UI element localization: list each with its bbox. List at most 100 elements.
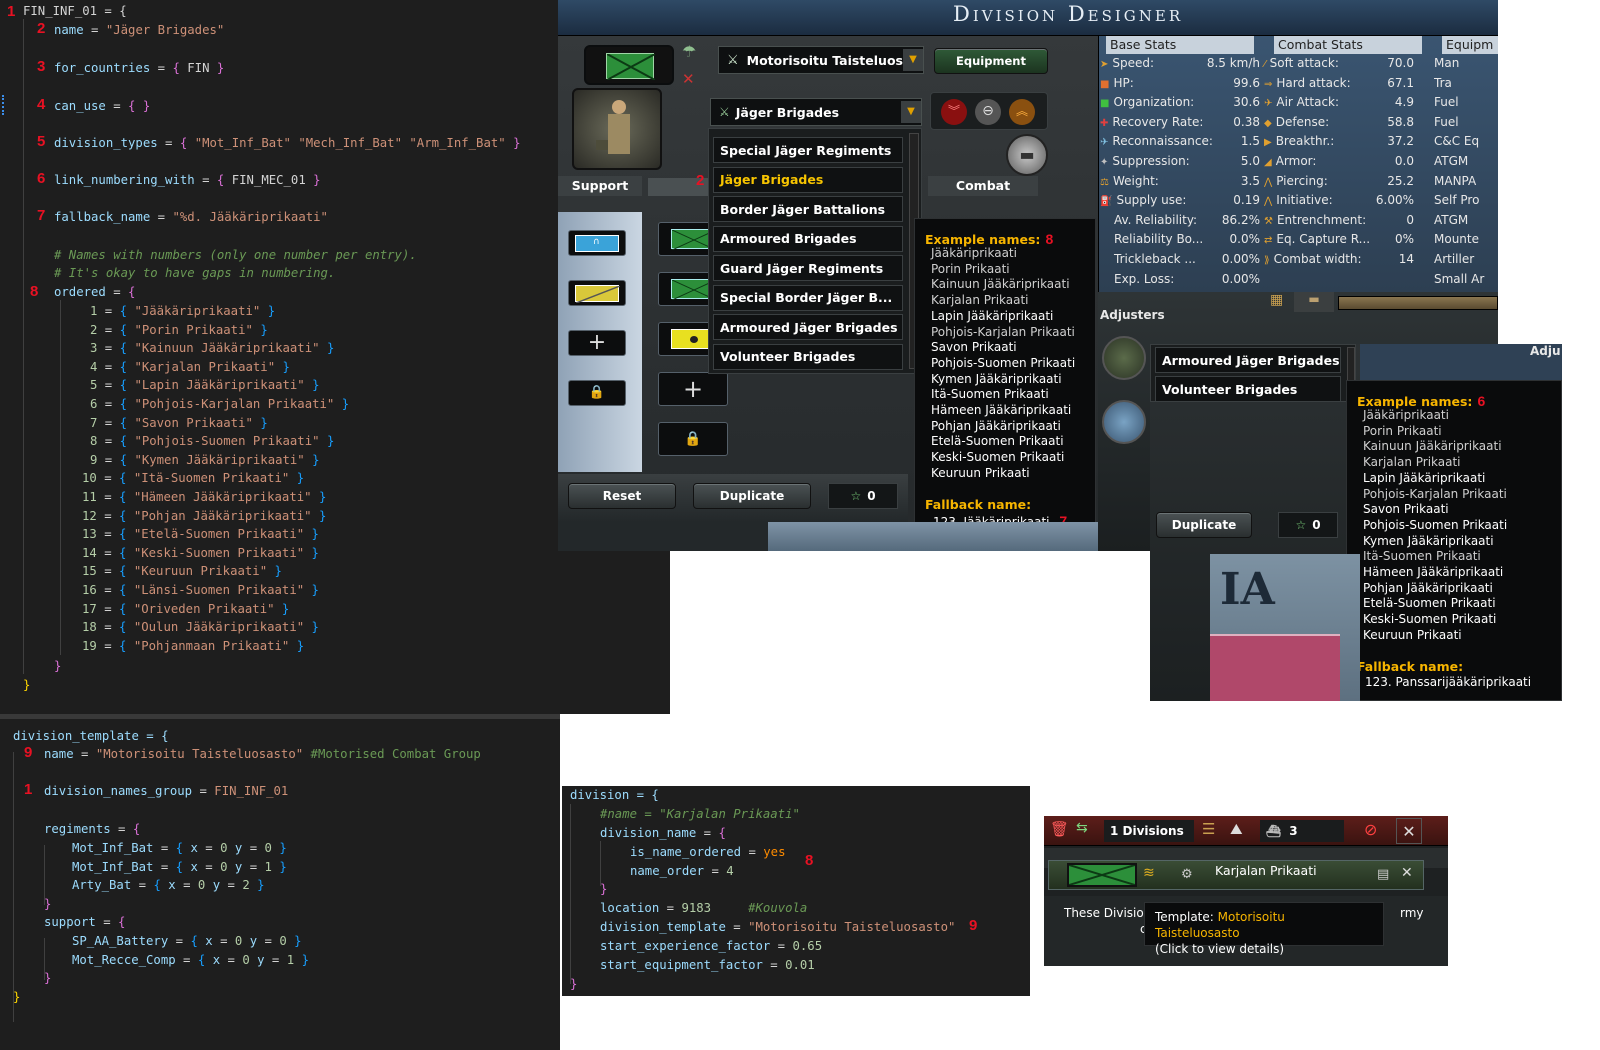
delete-icon[interactable]: 🗑 — [1050, 820, 1070, 842]
example-name: Itä-Suomen Prikaati — [931, 387, 1049, 402]
location-value: 9183 — [681, 901, 712, 915]
names-group-list: Armoured Jäger Brigades Volunteer Brigade… — [1150, 344, 1356, 402]
add-support-button[interactable]: + — [568, 330, 626, 356]
map-area: IA — [1210, 554, 1360, 701]
priority-high-icon[interactable]: ︽ — [1009, 99, 1035, 125]
division-type-item: "Mech_Inf_Bat" — [298, 136, 402, 150]
name-order-value: 4 — [726, 864, 734, 878]
tank-role-icon[interactable]: ▬ — [1006, 134, 1048, 176]
example-name: Etelä-Suomen Prikaati — [931, 434, 1064, 449]
xp-cost-value: 0 — [1312, 518, 1321, 532]
lock-icon[interactable]: 🔒 — [568, 380, 626, 406]
chevron-down-icon[interactable]: ▼ — [901, 101, 921, 123]
example-name: Keuruun Prikaati — [1363, 627, 1462, 642]
names-group-option[interactable]: Volunteer Brigades — [713, 343, 903, 370]
names-group-option[interactable]: Guard Jäger Regiments — [713, 255, 903, 281]
names-group-option[interactable]: Border Jäger Battalions — [713, 196, 903, 222]
names-group-option[interactable]: Volunteer Brigades — [1155, 376, 1341, 402]
support-slot-aa[interactable]: ∩ — [568, 230, 626, 256]
no-planes-icon[interactable]: ✕ — [682, 70, 704, 92]
reset-button[interactable]: Reset — [568, 483, 676, 509]
entry-number: 18 — [82, 620, 97, 635]
name-order-key: name_order — [630, 864, 705, 878]
names-group-option[interactable]: Special Jäger Regiments — [713, 137, 903, 163]
tab-combat-stats[interactable]: Combat Stats — [1274, 36, 1422, 54]
grid-icon[interactable]: ▦ — [1270, 292, 1290, 312]
equipment-button[interactable]: Equipment — [934, 48, 1048, 74]
add-combat-button[interactable]: + — [658, 372, 728, 406]
unit-entry: SP_AA_Battery = { x = 0 y = 0 } — [72, 934, 302, 948]
division-name-comment: #name = "Karjalan Prikaati" — [600, 807, 800, 821]
stat-value: 3.5 — [1240, 173, 1260, 188]
division-list-header: 🗑 ⇆ 1 Divisions ☰ ⛰ ⛴ 3 ⊘ ✕ — [1044, 816, 1448, 846]
combat-stat: ◢ Armor: 0.0 — [1264, 154, 1414, 168]
slider[interactable] — [1338, 296, 1498, 310]
fallback-header: Fallback name: — [1357, 659, 1464, 674]
names-close: } — [23, 678, 31, 692]
ordered-entry: 5 = { "Lapin Jääkäriprikaati" } — [90, 378, 320, 393]
stat-icon: ⚖ — [1100, 176, 1109, 188]
names-group-dropdown[interactable]: ⚔ Jäger Brigades ▼ — [710, 98, 922, 126]
xp-star-icon: ☆ — [850, 489, 862, 503]
stat-icon: ✈ — [1100, 137, 1109, 149]
example-name: Karjalan Prikaati — [931, 293, 1029, 308]
terrain-icon[interactable] — [1102, 336, 1146, 380]
division-count: 1 Divisions — [1104, 820, 1194, 842]
parachute-icon[interactable]: ☂ — [682, 42, 704, 64]
entry-number: 3 — [90, 341, 98, 356]
stat-value: 70.0 — [1387, 56, 1414, 70]
priority-low-icon[interactable]: ︾ — [941, 99, 967, 125]
ordered-entry: 6 = { "Pohjois-Karjalan Prikaati" } — [90, 397, 350, 411]
division-name-close: } — [600, 882, 608, 896]
marker-2: 2 — [37, 20, 46, 37]
names-group-option[interactable]: Special Border Jäger B... — [713, 284, 903, 311]
card-icon[interactable]: ▤ — [1377, 867, 1389, 882]
stat-value: 0.19 — [1233, 193, 1260, 208]
names-group-option[interactable]: Armoured Jäger Brigades — [713, 314, 903, 340]
names-group-option[interactable]: Jäger Brigades — [713, 166, 903, 193]
lock-icon[interactable]: 🔒 — [658, 422, 728, 456]
priority-normal-icon[interactable]: ⊖ — [975, 99, 1001, 125]
division-type-item: "Mot_Inf_Bat" — [194, 136, 291, 150]
tab-equipment[interactable]: Equipm — [1442, 36, 1498, 54]
ordered-entry: 12 = { "Pohjan Jääkäriprikaati" } — [82, 508, 327, 523]
equipment-factor-key: start_equipment_factor — [600, 958, 763, 972]
close-icon[interactable]: ✕ — [1401, 865, 1413, 881]
terrain-icon[interactable] — [1102, 400, 1146, 444]
equipment-item: Small Ar — [1434, 271, 1485, 286]
example-name: Jääkäriprikaati — [1363, 408, 1449, 422]
ordered-entry: 4 = { "Karjalan Prikaati" } — [90, 359, 290, 374]
stat-label: Speed: — [1112, 56, 1155, 70]
stat-label: HP: — [1113, 75, 1134, 90]
marker-1: 1 — [24, 781, 33, 798]
names-group-option[interactable]: Armoured Brigades — [713, 225, 903, 252]
support-slot-recce[interactable] — [568, 280, 626, 306]
division-types-key: division_types — [54, 136, 158, 150]
template-name-field[interactable]: ⚔ Motorisoitu Taisteluos ▼ — [718, 46, 924, 74]
close-icon[interactable]: ✕ — [1396, 818, 1422, 844]
template-flag-icon[interactable] — [584, 45, 674, 85]
designer-title-bar: Division Designer — [558, 0, 1498, 36]
merge-icon[interactable]: ⇆ — [1076, 820, 1096, 842]
rail-icon[interactable]: ☰ — [1202, 820, 1224, 842]
names-group-option[interactable]: Armoured Jäger Brigades — [1155, 347, 1341, 373]
template-name-comment: #Motorised Combat Group — [310, 747, 481, 761]
duplicate-button[interactable]: Duplicate — [1156, 512, 1252, 538]
tank-icon[interactable]: ▬ — [1294, 292, 1334, 312]
cancel-icon[interactable]: ⊘ — [1364, 820, 1388, 842]
example-name: Pohjois-Karjalan Prikaati — [931, 324, 1075, 339]
regiments-key: regiments — [44, 822, 111, 836]
entry-name: "Pohjois-Suomen Prikaati" — [134, 434, 320, 449]
stat-value: 30.6 — [1233, 95, 1260, 110]
example-name: Pohjan Jääkäriprikaati — [931, 418, 1061, 433]
xp-cost-value: 0 — [867, 489, 876, 503]
stat-value: 5.0 — [1240, 154, 1260, 168]
names-group-selected: Jäger Brigades — [735, 104, 840, 120]
division-row[interactable]: ≋ ⚙ Karjalan Prikaati ▤ ✕ — [1048, 860, 1424, 890]
entry-name: "Savon Prikaati" — [134, 415, 253, 430]
duplicate-button[interactable]: Duplicate — [693, 483, 811, 509]
entry-number: 12 — [82, 508, 97, 523]
tab-base-stats[interactable]: Base Stats — [1106, 36, 1254, 54]
paradrop-icon[interactable]: ⛰ — [1230, 820, 1252, 842]
chevron-down-icon[interactable]: ▼ — [903, 49, 923, 71]
